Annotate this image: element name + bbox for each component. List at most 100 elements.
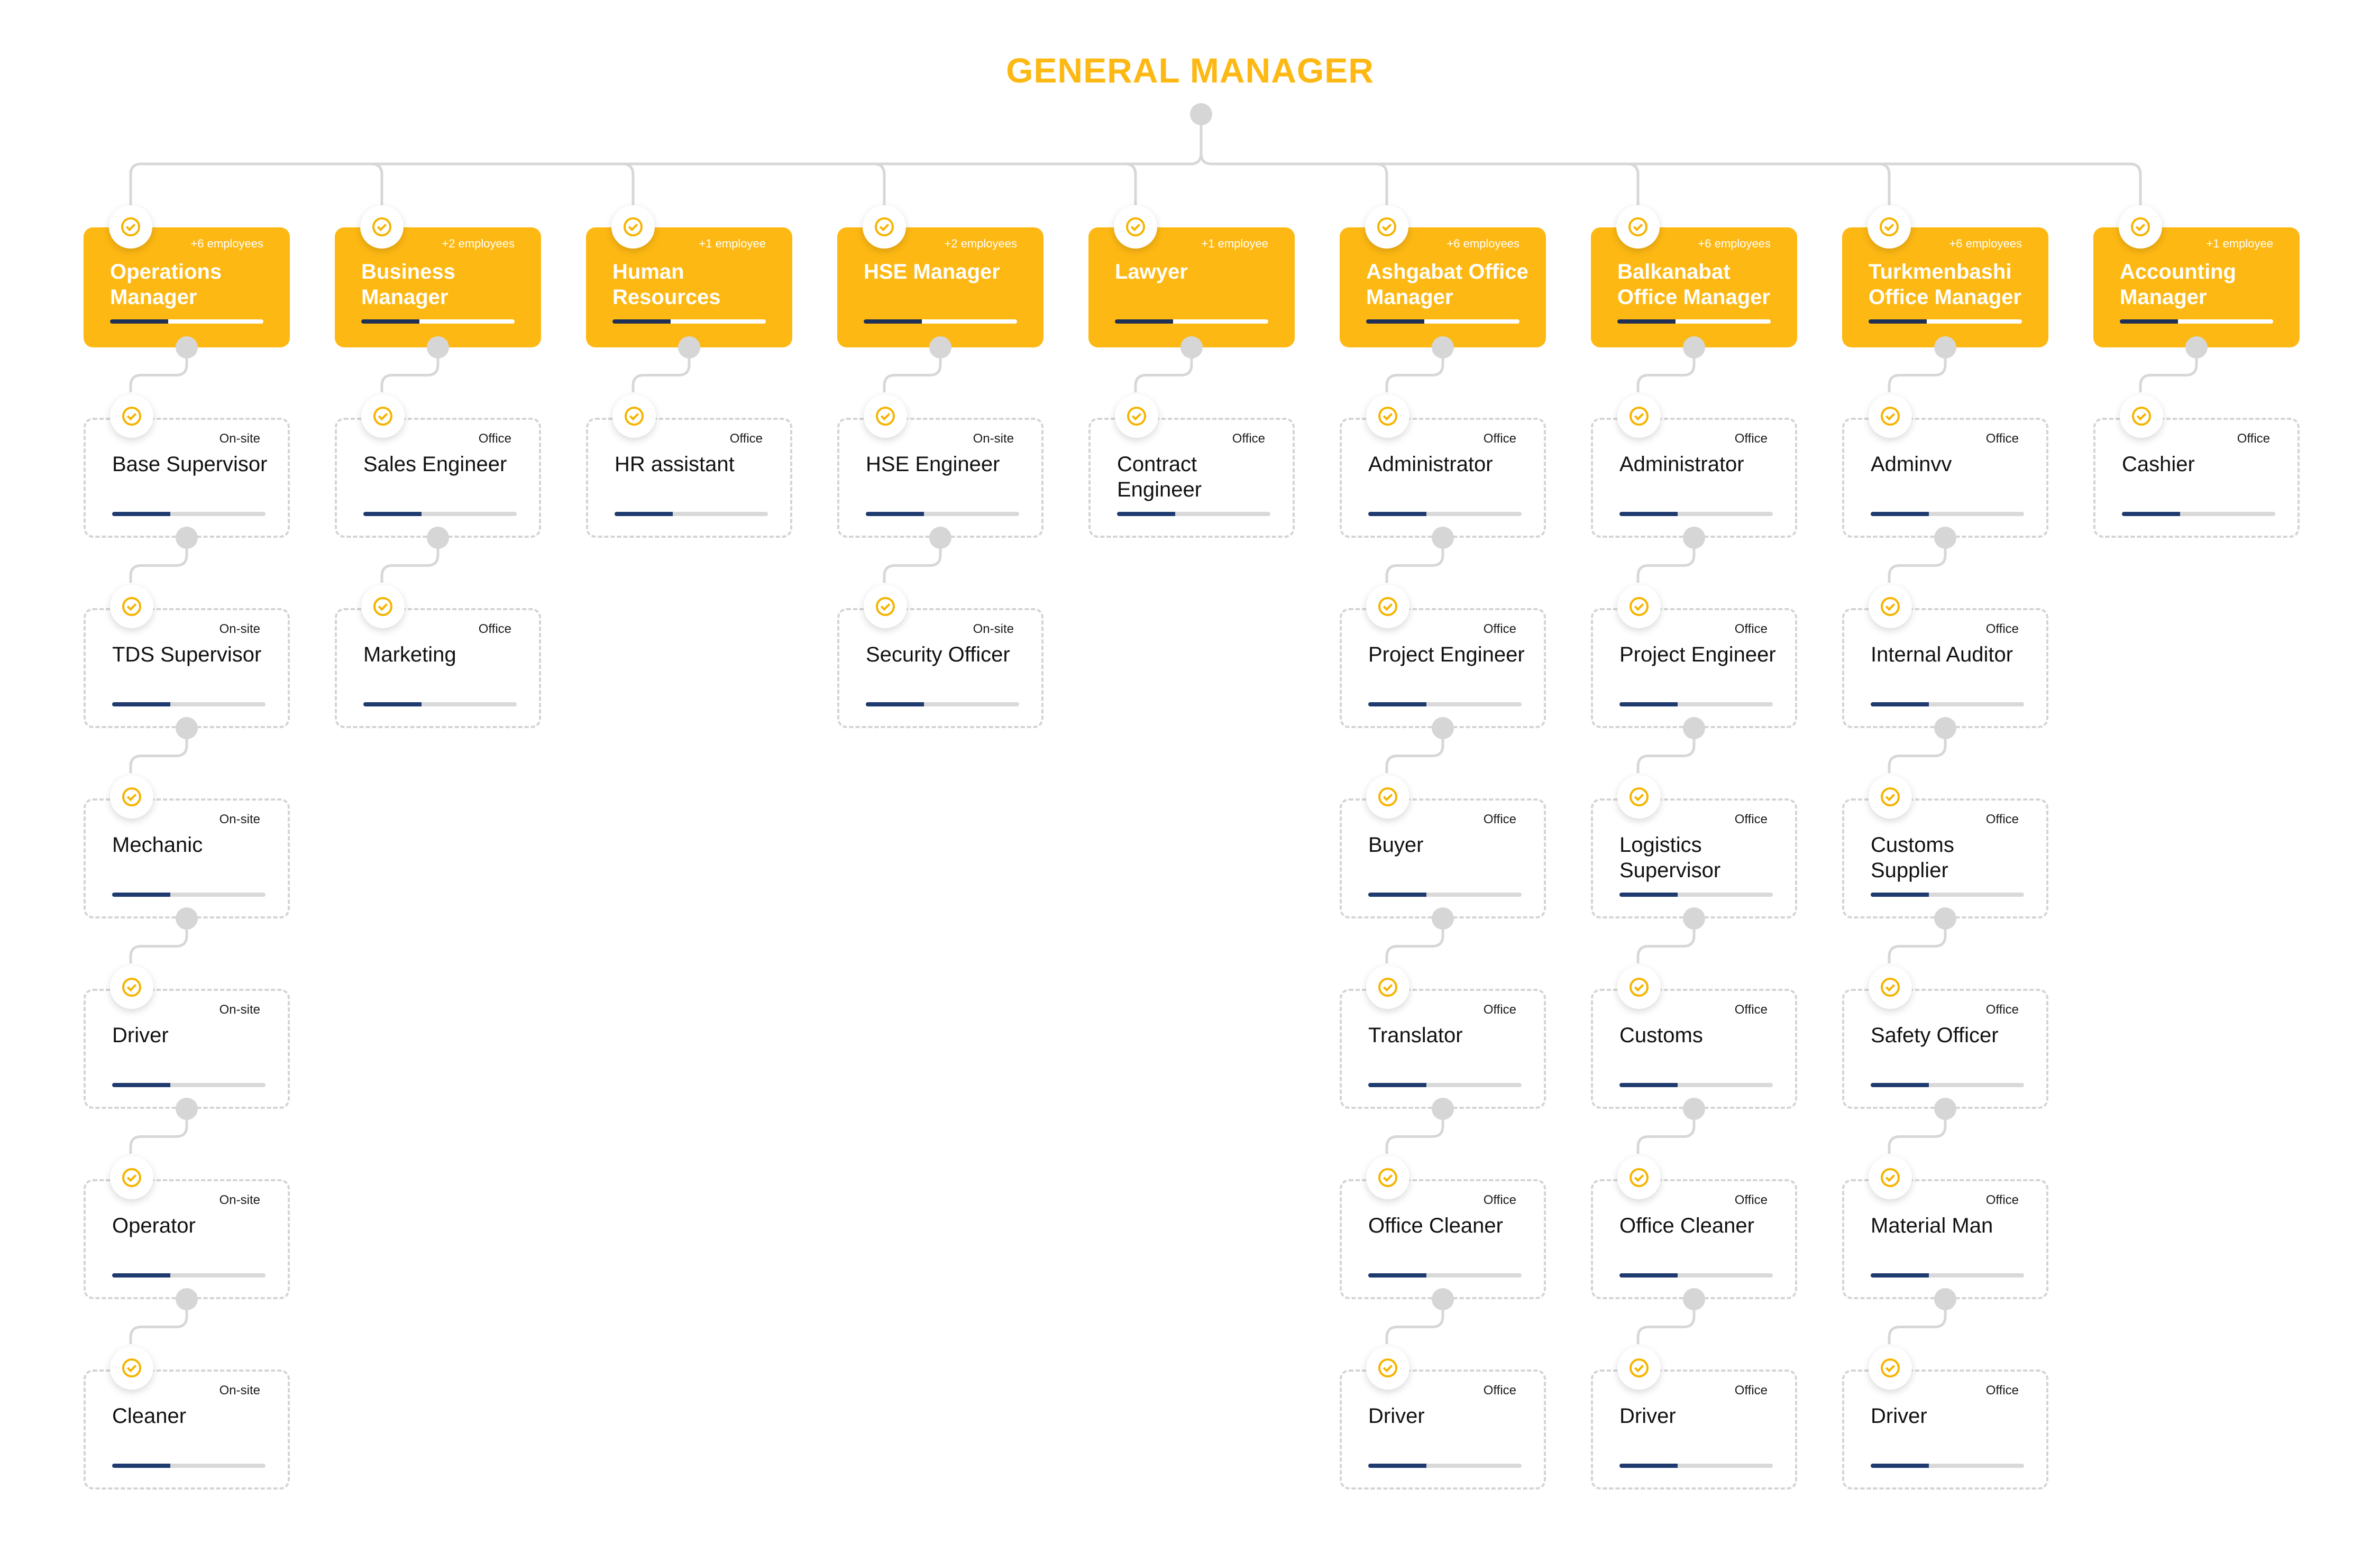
progress-bar bbox=[1368, 1464, 1522, 1468]
role-card-adminvv[interactable]: Office Adminvv bbox=[1842, 394, 2048, 538]
role-card-hr-assistant[interactable]: Office HR assistant bbox=[586, 394, 792, 538]
manager-title: Business Manager bbox=[361, 260, 455, 309]
connector-line bbox=[1627, 162, 1640, 206]
progress-fill bbox=[1871, 1273, 1929, 1278]
role-card-cashier[interactable]: Office Cashier bbox=[2093, 394, 2300, 538]
role-title: Customs Supplier bbox=[1871, 833, 1954, 882]
role-title: Office Cleaner bbox=[1619, 1214, 1754, 1237]
role-title: Contract Engineer bbox=[1117, 453, 1202, 501]
progress-bar bbox=[1619, 1083, 1773, 1087]
progress-bar bbox=[1869, 319, 2022, 324]
progress-bar bbox=[363, 702, 517, 706]
progress-bar bbox=[1366, 319, 1519, 324]
connector-dot bbox=[1683, 336, 1705, 359]
role-card-customs[interactable]: Office Customs bbox=[1591, 966, 1797, 1109]
connector-dot bbox=[1432, 1288, 1454, 1310]
role-card-project-engineer[interactable]: Office Project Engineer bbox=[1591, 585, 1797, 728]
connector-dot bbox=[1432, 527, 1454, 549]
manager-card-human-resources[interactable]: +1 employee Human Resources bbox=[586, 205, 792, 347]
progress-fill bbox=[110, 319, 169, 324]
manager-card-operations-manager[interactable]: +6 employees Operations Manager bbox=[84, 205, 290, 347]
location-tag: Office bbox=[729, 431, 763, 446]
progress-bar bbox=[1617, 319, 1771, 324]
role-card-tds-supervisor[interactable]: On-site TDS Supervisor bbox=[84, 585, 290, 728]
check-badge-icon bbox=[1869, 585, 1912, 628]
location-tag: Office bbox=[1734, 1003, 1768, 1017]
role-title: Driver bbox=[112, 1024, 169, 1047]
role-card-logistics-supervisor[interactable]: Office Logistics Supervisor bbox=[1591, 775, 1797, 918]
org-chart: GENERAL MANAGER +6 employees Operations M… bbox=[0, 0, 2380, 1553]
connector-dot bbox=[1934, 336, 1956, 359]
location-tag: Office bbox=[1985, 1383, 2019, 1398]
role-card-mechanic[interactable]: On-site Mechanic bbox=[84, 775, 290, 918]
role-card-contract-engineer[interactable]: Office Contract Engineer bbox=[1088, 394, 1295, 538]
role-card-safety-officer[interactable]: Office Safety Officer bbox=[1842, 966, 2048, 1109]
manager-card-balkanabat-office-manager[interactable]: +6 employees Balkanabat Office Manager bbox=[1591, 205, 1797, 347]
manager-card-ashgabat-office-manager[interactable]: +6 employees Ashgabat Office Manager bbox=[1340, 205, 1546, 347]
connector-line bbox=[622, 162, 635, 206]
role-card-office-cleaner[interactable]: Office Office Cleaner bbox=[1340, 1156, 1546, 1299]
role-title: Buyer bbox=[1368, 833, 1424, 857]
progress-bar bbox=[112, 512, 266, 516]
role-card-driver[interactable]: Office Driver bbox=[1340, 1346, 1546, 1490]
progress-bar bbox=[612, 319, 766, 324]
employee-count: +6 employees bbox=[190, 237, 263, 250]
location-tag: On-site bbox=[973, 622, 1014, 636]
check-badge-icon bbox=[864, 394, 907, 438]
manager-card-lawyer[interactable]: +1 employee Lawyer bbox=[1088, 205, 1295, 347]
manager-card-hse-manager[interactable]: +2 employees HSE Manager bbox=[837, 205, 1043, 347]
connector-dot bbox=[929, 527, 951, 549]
role-card-buyer[interactable]: Office Buyer bbox=[1340, 775, 1546, 918]
role-card-hse-engineer[interactable]: On-site HSE Engineer bbox=[837, 394, 1043, 538]
connector-dot bbox=[176, 717, 198, 739]
role-card-driver[interactable]: On-site Driver bbox=[84, 966, 290, 1109]
connector-dot bbox=[678, 336, 700, 359]
manager-card-turkmenbashi-office-manager[interactable]: +6 employees Turkmenbashi Office Manager bbox=[1842, 205, 2048, 347]
manager-card-accounting-manager[interactable]: +1 employee Accounting Manager bbox=[2093, 205, 2300, 347]
location-tag: Office bbox=[1734, 1193, 1768, 1207]
manager-card-business-manager[interactable]: +2 employees Business Manager bbox=[335, 205, 541, 347]
progress-fill bbox=[1619, 1464, 1678, 1468]
role-title: Base Supervisor bbox=[112, 453, 268, 476]
role-card-translator[interactable]: Office Translator bbox=[1340, 966, 1546, 1109]
connector-dot bbox=[1683, 1098, 1705, 1120]
role-card-project-engineer[interactable]: Office Project Engineer bbox=[1340, 585, 1546, 728]
role-card-office-cleaner[interactable]: Office Office Cleaner bbox=[1591, 1156, 1797, 1299]
role-card-security-officer[interactable]: On-site Security Officer bbox=[837, 585, 1043, 728]
check-badge-icon bbox=[1115, 394, 1158, 438]
role-card-operator[interactable]: On-site Operator bbox=[84, 1156, 290, 1299]
role-card-driver[interactable]: Office Driver bbox=[1842, 1346, 2048, 1490]
manager-title: Accounting Manager bbox=[2120, 260, 2236, 309]
location-tag: On-site bbox=[219, 1383, 260, 1398]
role-card-internal-auditor[interactable]: Office Internal Auditor bbox=[1842, 585, 2048, 728]
progress-bar bbox=[1619, 1273, 1773, 1278]
connector-dot bbox=[176, 1288, 198, 1310]
connector-dot bbox=[1432, 336, 1454, 359]
check-badge-icon bbox=[1114, 205, 1157, 249]
progress-fill bbox=[1368, 512, 1427, 516]
role-card-base-supervisor[interactable]: On-site Base Supervisor bbox=[84, 394, 290, 538]
role-card-sales-engineer[interactable]: Office Sales Engineer bbox=[335, 394, 541, 538]
progress-fill bbox=[1115, 319, 1174, 324]
role-card-driver[interactable]: Office Driver bbox=[1591, 1346, 1797, 1490]
location-tag: Office bbox=[1232, 431, 1265, 446]
role-card-administrator[interactable]: Office Administrator bbox=[1591, 394, 1797, 538]
progress-fill bbox=[866, 512, 924, 516]
connector-dot bbox=[427, 527, 449, 549]
role-card-administrator[interactable]: Office Administrator bbox=[1340, 394, 1546, 538]
check-badge-icon bbox=[2120, 394, 2163, 438]
role-title: Translator bbox=[1368, 1024, 1463, 1047]
connector-dot bbox=[427, 336, 449, 359]
role-card-customs-supplier[interactable]: Office Customs Supplier bbox=[1842, 775, 2048, 918]
role-card-material-man[interactable]: Office Material Man bbox=[1842, 1156, 2048, 1299]
progress-bar bbox=[1619, 512, 1773, 516]
role-title: Administrator bbox=[1368, 453, 1493, 476]
check-badge-icon bbox=[1617, 1156, 1661, 1199]
check-badge-icon bbox=[612, 394, 656, 438]
role-card-cleaner[interactable]: On-site Cleaner bbox=[84, 1346, 290, 1490]
location-tag: Office bbox=[1483, 812, 1516, 826]
role-card-marketing[interactable]: Office Marketing bbox=[335, 585, 541, 728]
progress-bar bbox=[1115, 319, 1268, 324]
progress-fill bbox=[864, 319, 922, 324]
connector-dot bbox=[1934, 717, 1956, 739]
